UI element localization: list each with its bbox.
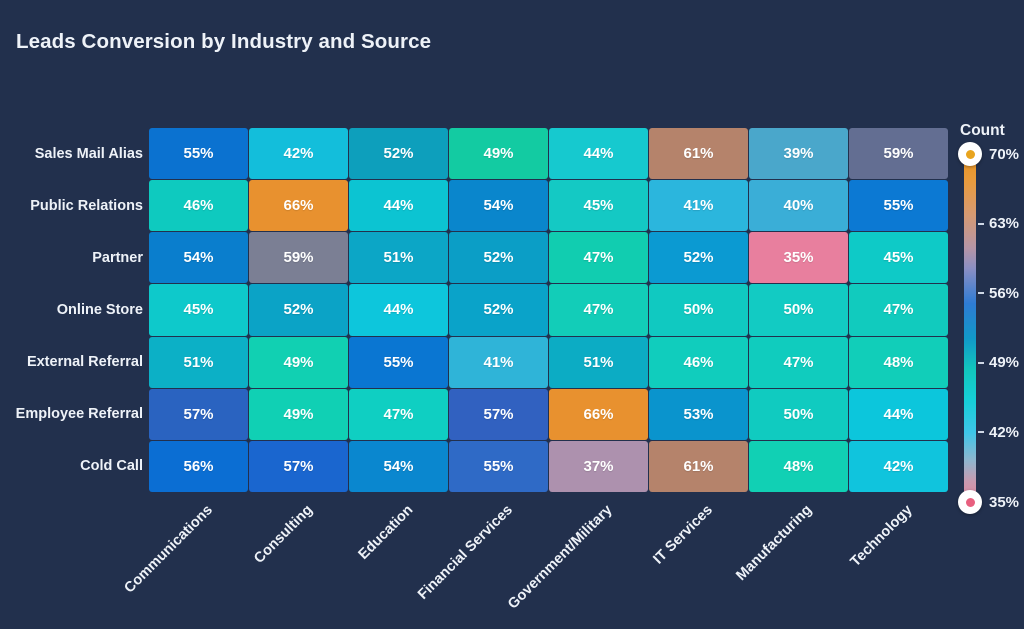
- heatmap-cell[interactable]: 39%: [749, 128, 848, 180]
- y-axis-labels: Sales Mail Alias Public Relations Partner O…: [0, 128, 143, 492]
- heatmap-cell[interactable]: 61%: [649, 128, 748, 180]
- y-axis-label: Employee Referral: [15, 406, 143, 422]
- legend-gradient-bar: [964, 154, 976, 502]
- legend-title: Count: [960, 122, 1005, 139]
- heatmap-cell[interactable]: 45%: [549, 180, 648, 232]
- x-axis-label: Technology: [847, 502, 916, 571]
- heatmap-cell[interactable]: 42%: [249, 128, 348, 180]
- heatmap-cell[interactable]: 51%: [149, 336, 248, 388]
- heatmap-cell[interactable]: 54%: [349, 440, 448, 492]
- heatmap-cell[interactable]: 41%: [449, 336, 548, 388]
- legend-tick-label: 49%: [989, 354, 1020, 372]
- x-axis-label: Government/Military: [505, 502, 616, 613]
- x-axis-label: Financial Services: [415, 502, 516, 603]
- heatmap-cell[interactable]: 40%: [749, 180, 848, 232]
- heatmap-cell[interactable]: 44%: [349, 284, 448, 336]
- heatmap-cell[interactable]: 45%: [149, 284, 248, 336]
- heatmap-cell[interactable]: 44%: [349, 180, 448, 232]
- x-axis-label: Manufacturing: [733, 502, 816, 584]
- heatmap-cell[interactable]: 46%: [649, 336, 748, 388]
- heatmap-cell[interactable]: 48%: [849, 336, 948, 388]
- x-axis-label: Education: [355, 502, 417, 563]
- heatmap-cell[interactable]: 44%: [849, 388, 948, 440]
- heatmap-cell[interactable]: 55%: [149, 128, 248, 180]
- heatmap-cell[interactable]: 55%: [849, 180, 948, 232]
- heatmap-cell[interactable]: 59%: [249, 232, 348, 284]
- heatmap-cell[interactable]: 53%: [649, 388, 748, 440]
- legend-tick-label: 63%: [989, 215, 1020, 233]
- heatmap-cell[interactable]: 35%: [749, 232, 848, 284]
- heatmap-cell[interactable]: 52%: [349, 128, 448, 180]
- x-axis-label: Consulting: [251, 502, 317, 567]
- heatmap-cell[interactable]: 54%: [449, 180, 548, 232]
- heatmap-cell[interactable]: 50%: [749, 388, 848, 440]
- heatmap-cell[interactable]: 47%: [749, 336, 848, 388]
- heatmap-cell[interactable]: 47%: [549, 232, 648, 284]
- heatmap-cell[interactable]: 49%: [249, 336, 348, 388]
- legend-tick-label: 35%: [989, 493, 1020, 511]
- legend-tick-mark: [978, 292, 984, 295]
- heatmap-cell[interactable]: 52%: [449, 232, 548, 284]
- heatmap-cell[interactable]: 47%: [349, 388, 448, 440]
- heatmap-cell[interactable]: 56%: [149, 440, 248, 492]
- heatmap-cell[interactable]: 66%: [249, 180, 348, 232]
- heatmap-cell[interactable]: 55%: [449, 440, 548, 492]
- page-title: Leads Conversion by Industry and Source: [16, 30, 432, 53]
- heatmap-cell[interactable]: 46%: [149, 180, 248, 232]
- heatmap-cell[interactable]: 49%: [449, 128, 548, 180]
- heatmap-cell[interactable]: 47%: [549, 284, 648, 336]
- heatmap-cell[interactable]: 45%: [849, 232, 948, 284]
- heatmap-grid: 55% 42% 52% 49% 44% 61% 39% 59% 46% 66% 44% 54% 45% 4…: [149, 128, 948, 492]
- heatmap-cell[interactable]: 52%: [249, 284, 348, 336]
- heatmap-cell[interactable]: 37%: [549, 440, 648, 492]
- y-axis-label: Cold Call: [80, 458, 143, 474]
- heatmap-cell[interactable]: 50%: [749, 284, 848, 336]
- legend-tick-mark: [978, 431, 984, 434]
- heatmap-chart: Leads Conversion by Industry and Source …: [0, 0, 1024, 629]
- x-axis-label: Communications: [121, 502, 217, 597]
- heatmap-cell[interactable]: 54%: [149, 232, 248, 284]
- heatmap-cell[interactable]: 52%: [649, 232, 748, 284]
- heatmap-cell[interactable]: 49%: [249, 388, 348, 440]
- y-axis-label: Sales Mail Alias: [34, 146, 143, 162]
- heatmap-cell[interactable]: 42%: [849, 440, 948, 492]
- legend-tick-mark: [978, 222, 984, 225]
- legend-tick-mark: [978, 361, 984, 364]
- heatmap-cell[interactable]: 52%: [449, 284, 548, 336]
- y-axis-label: External Referral: [26, 354, 143, 370]
- heatmap-cell[interactable]: 48%: [749, 440, 848, 492]
- legend-tick-mark: [978, 501, 984, 503]
- heatmap-cell[interactable]: 59%: [849, 128, 948, 180]
- heatmap-cell[interactable]: 47%: [849, 284, 948, 336]
- heatmap-cell[interactable]: 57%: [249, 440, 348, 492]
- heatmap-cell[interactable]: 61%: [649, 440, 748, 492]
- x-axis-label: IT Services: [650, 502, 716, 568]
- heatmap-cell[interactable]: 57%: [449, 388, 548, 440]
- x-axis-labels: Communications Consulting Education Financi…: [122, 494, 948, 612]
- legend-tick-label: 42%: [989, 423, 1020, 441]
- heatmap-cell[interactable]: 51%: [349, 232, 448, 284]
- y-axis-label: Partner: [92, 250, 143, 266]
- heatmap-cell[interactable]: 41%: [649, 180, 748, 232]
- heatmap-cell[interactable]: 44%: [549, 128, 648, 180]
- legend-tick-label: 56%: [989, 284, 1020, 302]
- heatmap-cell[interactable]: 57%: [149, 388, 248, 440]
- heatmap-cell[interactable]: 51%: [549, 336, 648, 388]
- heatmap-cell[interactable]: 55%: [349, 336, 448, 388]
- heatmap-cell[interactable]: 66%: [549, 388, 648, 440]
- y-axis-label: Online Store: [56, 302, 143, 318]
- legend-tick-mark: [978, 153, 984, 155]
- color-legend: Count 70% 63% 56% 49% 42% 35%: [952, 122, 1024, 522]
- y-axis-label: Public Relations: [30, 198, 143, 214]
- legend-tick-label: 70%: [989, 145, 1020, 163]
- heatmap-cell[interactable]: 50%: [649, 284, 748, 336]
